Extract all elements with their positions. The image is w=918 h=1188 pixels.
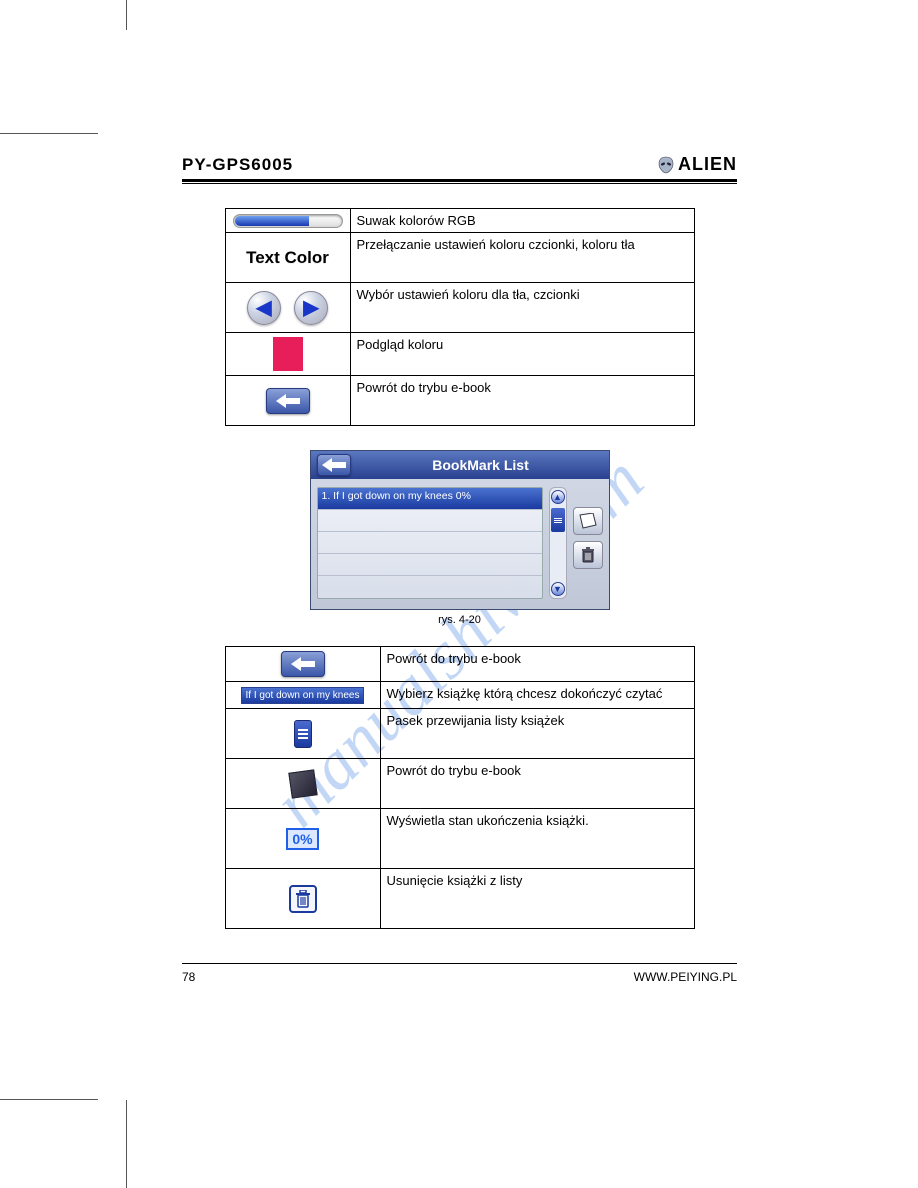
trash-icon: [289, 885, 317, 913]
table-row: Powrót do trybu e-book: [225, 376, 694, 426]
delete-button-icon: [573, 541, 603, 569]
desc-cell: Usunięcie książki z listy: [380, 869, 694, 929]
arrow-right-icon: ▶: [294, 291, 328, 325]
footer-url: WWW.PEIYING.PL: [634, 970, 737, 984]
desc-cell: Wyświetla stan ukończenia książki.: [380, 809, 694, 869]
list-item: [318, 532, 542, 554]
desc-cell: Wybierz książkę którą chcesz dokończyć c…: [380, 682, 694, 709]
table-row: Usunięcie książki z listy: [225, 869, 694, 929]
desc-cell: Powrót do trybu e-book: [350, 376, 694, 426]
scroll-thumb-icon: [551, 508, 565, 532]
bookmark-list: 1. If I got down on my knees 0%: [317, 487, 543, 599]
note-button-icon: [573, 507, 603, 535]
model-number: PY-GPS6005: [182, 155, 293, 175]
scrollbar-icon: [294, 720, 312, 748]
page-number: 78: [182, 970, 195, 984]
list-item: [318, 510, 542, 532]
desc-cell: Pasek przewijania listy książek: [380, 709, 694, 759]
table-row: Suwak kolorów RGB: [225, 209, 694, 233]
note-icon: [288, 769, 317, 798]
page-footer: 78 WWW.PEIYING.PL: [182, 970, 737, 984]
screenshot-titlebar: BookMark List: [311, 451, 609, 479]
color-preview-icon: [273, 337, 303, 371]
brand-logo: ALIEN: [658, 154, 737, 175]
desc-cell: Podgląd koloru: [350, 333, 694, 376]
table-row: 0% Wyświetla stan ukończenia książki.: [225, 809, 694, 869]
percent-badge-icon: 0%: [286, 828, 318, 850]
crop-mark: [126, 0, 127, 30]
side-buttons: [573, 487, 603, 599]
back-arrow-icon: [281, 651, 325, 677]
text-color-label-icon: Text Color: [246, 248, 329, 268]
alien-icon: [658, 156, 674, 174]
crop-mark: [126, 1100, 127, 1188]
list-item: [318, 576, 542, 598]
header-rule: [182, 179, 737, 184]
list-item: 1. If I got down on my knees 0%: [318, 488, 542, 510]
table-row: If I got down on my knees Wybierz książk…: [225, 682, 694, 709]
page-content: PY-GPS6005 ALIEN Suwak kolorów RGB Text …: [182, 154, 737, 984]
arrow-left-icon: ◀: [247, 291, 281, 325]
figure-caption: rys. 4-20: [182, 614, 737, 626]
bookmark-list-screenshot: BookMark List 1. If I got down on my kne…: [310, 450, 610, 610]
screenshot-title: BookMark List: [359, 457, 603, 473]
bookmark-item-icon: If I got down on my knees: [241, 687, 365, 704]
scrollbar: ▲ ▼: [549, 487, 567, 599]
table-row: Powrót do trybu e-book: [225, 759, 694, 809]
desc-cell: Wybór ustawień koloru dla tła, czcionki: [350, 283, 694, 333]
page-header: PY-GPS6005 ALIEN: [182, 154, 737, 175]
desc-cell: Przełączanie ustawień koloru czcionki, k…: [350, 233, 694, 283]
back-arrow-icon: [266, 388, 310, 414]
crop-mark: [0, 1099, 98, 1100]
crop-mark: [0, 133, 98, 134]
table-row: ◀ ▶ Wybór ustawień koloru dla tła, czcio…: [225, 283, 694, 333]
table-row: Podgląd koloru: [225, 333, 694, 376]
scroll-down-icon: ▼: [551, 582, 565, 596]
scroll-up-icon: ▲: [551, 490, 565, 504]
back-arrow-icon: [317, 454, 351, 476]
table-row: Text Color Przełączanie ustawień koloru …: [225, 233, 694, 283]
table-row: Powrót do trybu e-book: [225, 647, 694, 682]
icon-description-table-1: Suwak kolorów RGB Text Color Przełączani…: [225, 208, 695, 426]
icon-description-table-2: Powrót do trybu e-book If I got down on …: [225, 646, 695, 929]
table-row: Pasek przewijania listy książek: [225, 709, 694, 759]
desc-cell: Suwak kolorów RGB: [350, 209, 694, 233]
desc-cell: Powrót do trybu e-book: [380, 647, 694, 682]
brand-text: ALIEN: [678, 154, 737, 175]
footer-rule: [182, 963, 737, 964]
desc-cell: Powrót do trybu e-book: [380, 759, 694, 809]
list-item: [318, 554, 542, 576]
rgb-slider-icon: [233, 214, 343, 228]
